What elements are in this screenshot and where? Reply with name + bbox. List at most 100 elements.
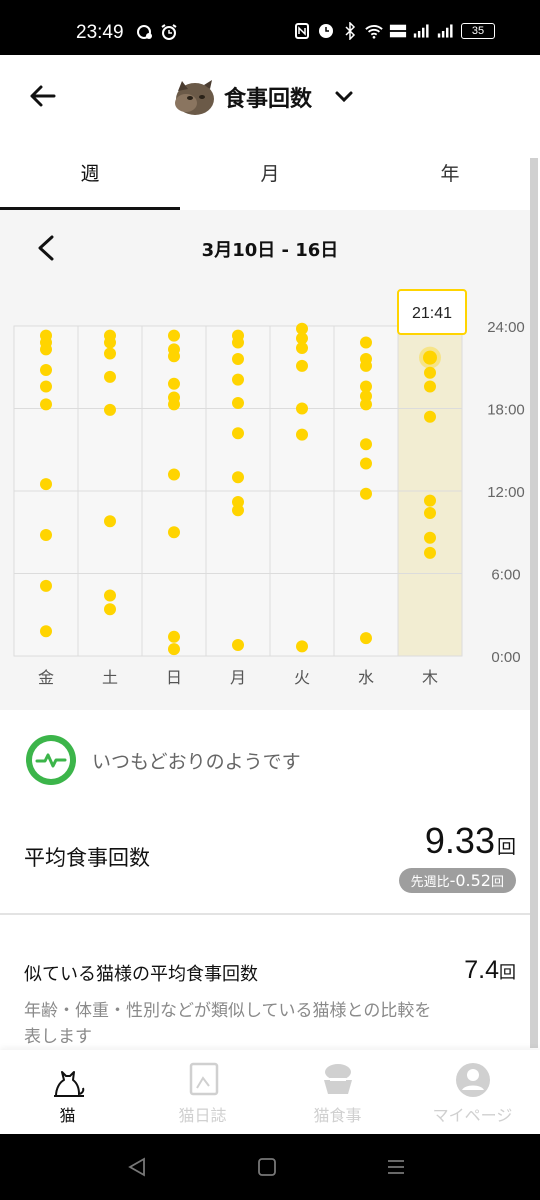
meal-time-chart: 24:00 18:00 12:00 6:00 0:00 金 土 日 月 火 水 木 21:41 xyxy=(13,289,525,687)
page-title: 食事回数 xyxy=(224,87,313,112)
meal-point xyxy=(40,478,52,491)
meal-point xyxy=(168,468,180,481)
average-number: 9.33 xyxy=(424,820,495,861)
x-tick-label: 木 xyxy=(422,668,438,687)
nav-food[interactable]: 猫食事 xyxy=(270,1050,405,1134)
meal-point xyxy=(40,398,52,411)
battery-icon: 35 xyxy=(461,23,495,39)
meal-point xyxy=(232,373,244,386)
scrollbar[interactable] xyxy=(530,158,538,1048)
home-icon[interactable] xyxy=(256,1156,278,1178)
meal-point xyxy=(424,494,436,507)
alarm-icon xyxy=(319,24,333,38)
tab-year[interactable]: 年 xyxy=(360,140,540,210)
similar-label: 似ている猫様の平均食事回数 xyxy=(24,964,258,985)
meal-point xyxy=(104,336,116,349)
meal-point xyxy=(232,353,244,365)
cat-avatar xyxy=(175,80,214,115)
status-message-row: いつもどおりのようです xyxy=(24,733,301,787)
y-tick-label: 0:00 xyxy=(491,649,520,666)
week-compare-badge: 先週比-0.52回 xyxy=(398,868,516,893)
meal-point xyxy=(296,359,308,372)
cat-icon xyxy=(53,1071,84,1097)
meal-point xyxy=(168,643,180,656)
heartbeat-status-icon xyxy=(26,735,76,785)
meal-point xyxy=(296,402,308,415)
x-tick-label: 日 xyxy=(166,668,182,687)
average-value: 9.33 回 xyxy=(425,820,516,862)
y-tick-label: 6:00 xyxy=(491,567,520,584)
meal-point xyxy=(232,336,244,349)
meal-point xyxy=(168,630,180,643)
meal-point xyxy=(104,515,116,528)
week-range-label: 3月10日 - 16日 xyxy=(201,240,339,261)
x-tick-label: 金 xyxy=(38,668,54,687)
status-time: 23:49 xyxy=(76,22,124,43)
y-tick-label: 12:00 xyxy=(487,484,525,501)
compare-prefix: 先週比 xyxy=(410,875,450,890)
meal-point xyxy=(296,640,308,653)
nfc-icon xyxy=(295,23,309,39)
average-unit: 回 xyxy=(496,837,516,858)
meal-point xyxy=(360,632,372,645)
similar-value: 7.4回 xyxy=(464,956,516,985)
meal-point xyxy=(424,507,436,519)
y-tick-label: 24:00 xyxy=(487,319,525,336)
similar-unit: 回 xyxy=(499,963,516,982)
meal-point xyxy=(40,364,52,376)
nav-diary[interactable]: 猫日誌 xyxy=(135,1050,270,1134)
food-bowl-icon xyxy=(323,1064,352,1094)
average-label: 平均食事回数 xyxy=(24,846,150,870)
tab-week[interactable]: 週 xyxy=(0,140,180,210)
compare-value: -0.52 xyxy=(449,871,491,890)
meal-point xyxy=(168,526,180,539)
meal-point xyxy=(168,350,180,363)
signal-icon-2 xyxy=(437,24,453,38)
meal-point xyxy=(424,546,436,559)
meal-point xyxy=(232,427,244,440)
bluetooth-icon xyxy=(345,22,356,40)
period-tabs: 週 月 年 xyxy=(0,140,530,210)
system-status-icons: 35 xyxy=(293,22,495,40)
meal-point xyxy=(168,377,180,390)
nav-mypage[interactable]: マイページ xyxy=(405,1050,540,1134)
chart-panel: 24:00 18:00 12:00 6:00 0:00 金 土 日 月 火 水 木 21:41 3月10… xyxy=(0,210,530,710)
wifi-icon xyxy=(365,25,383,39)
signal-icon xyxy=(413,24,429,38)
similar-description: 年齢・体重・性別などが類似している猫様との比較を表します xyxy=(24,1001,432,1047)
meal-point xyxy=(232,471,244,484)
meal-point xyxy=(232,639,244,651)
x-tick-label: 火 xyxy=(294,668,310,687)
y-tick-label: 18:00 xyxy=(487,402,525,419)
recents-icon[interactable] xyxy=(385,1156,407,1178)
meal-point xyxy=(104,589,116,602)
meal-point xyxy=(360,398,372,411)
cat-selector[interactable]: 食事回数 xyxy=(170,77,356,117)
meal-point xyxy=(424,410,436,423)
meal-point xyxy=(296,428,308,441)
meal-point xyxy=(168,329,180,342)
alarm-clock-icon xyxy=(161,24,177,40)
meal-point xyxy=(360,359,372,372)
back-icon[interactable] xyxy=(126,1156,148,1178)
status-bar: 23:49 35 xyxy=(0,0,540,55)
tab-month[interactable]: 月 xyxy=(180,140,360,210)
x-tick-label: 水 xyxy=(358,668,374,687)
status-message: いつもどおりのようです xyxy=(92,750,301,773)
meal-point xyxy=(40,343,52,356)
diary-icon xyxy=(189,1062,218,1096)
meal-point xyxy=(360,457,372,470)
meal-point xyxy=(104,370,116,383)
app-header: 食事回数 xyxy=(0,55,540,140)
chevron-down-icon[interactable] xyxy=(332,85,356,109)
meal-point xyxy=(296,342,308,354)
nav-label-mypage: マイページ xyxy=(432,1106,513,1125)
back-arrow-icon[interactable] xyxy=(26,80,58,112)
meal-point xyxy=(168,398,180,411)
nav-cat[interactable]: 猫 xyxy=(0,1050,135,1134)
notification-app-icon xyxy=(137,25,152,39)
nav-label-food: 猫食事 xyxy=(313,1106,362,1125)
nav-label-diary: 猫日誌 xyxy=(178,1106,227,1125)
nav-label-cat: 猫 xyxy=(59,1106,76,1125)
meal-point xyxy=(360,487,372,500)
